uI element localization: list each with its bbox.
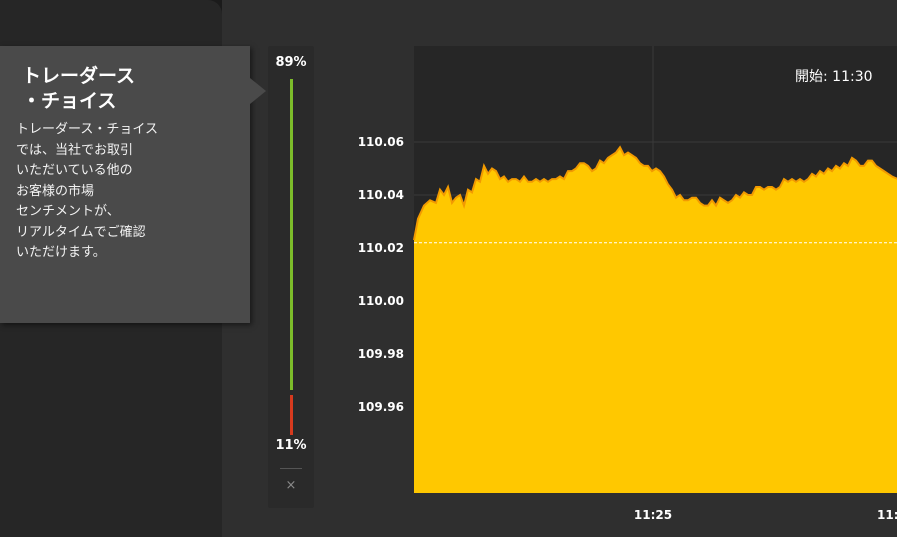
x-tick-label: 11:25 — [634, 508, 672, 522]
price-area — [414, 147, 897, 493]
price-chart: 110.06 110.04 110.02 110.00 109.98 109.96 11:2… — [358, 46, 897, 522]
x-tick-label: 11: — [877, 508, 897, 522]
y-tick-label: 110.00 — [358, 294, 404, 308]
y-tick-label: 110.04 — [358, 188, 404, 202]
y-tick-label: 110.06 — [358, 135, 404, 149]
y-tick-label: 110.02 — [358, 241, 404, 255]
y-tick-label: 109.98 — [358, 347, 404, 361]
start-time-label: 開始: 11:30 — [795, 69, 873, 85]
y-tick-label: 109.96 — [358, 400, 404, 414]
